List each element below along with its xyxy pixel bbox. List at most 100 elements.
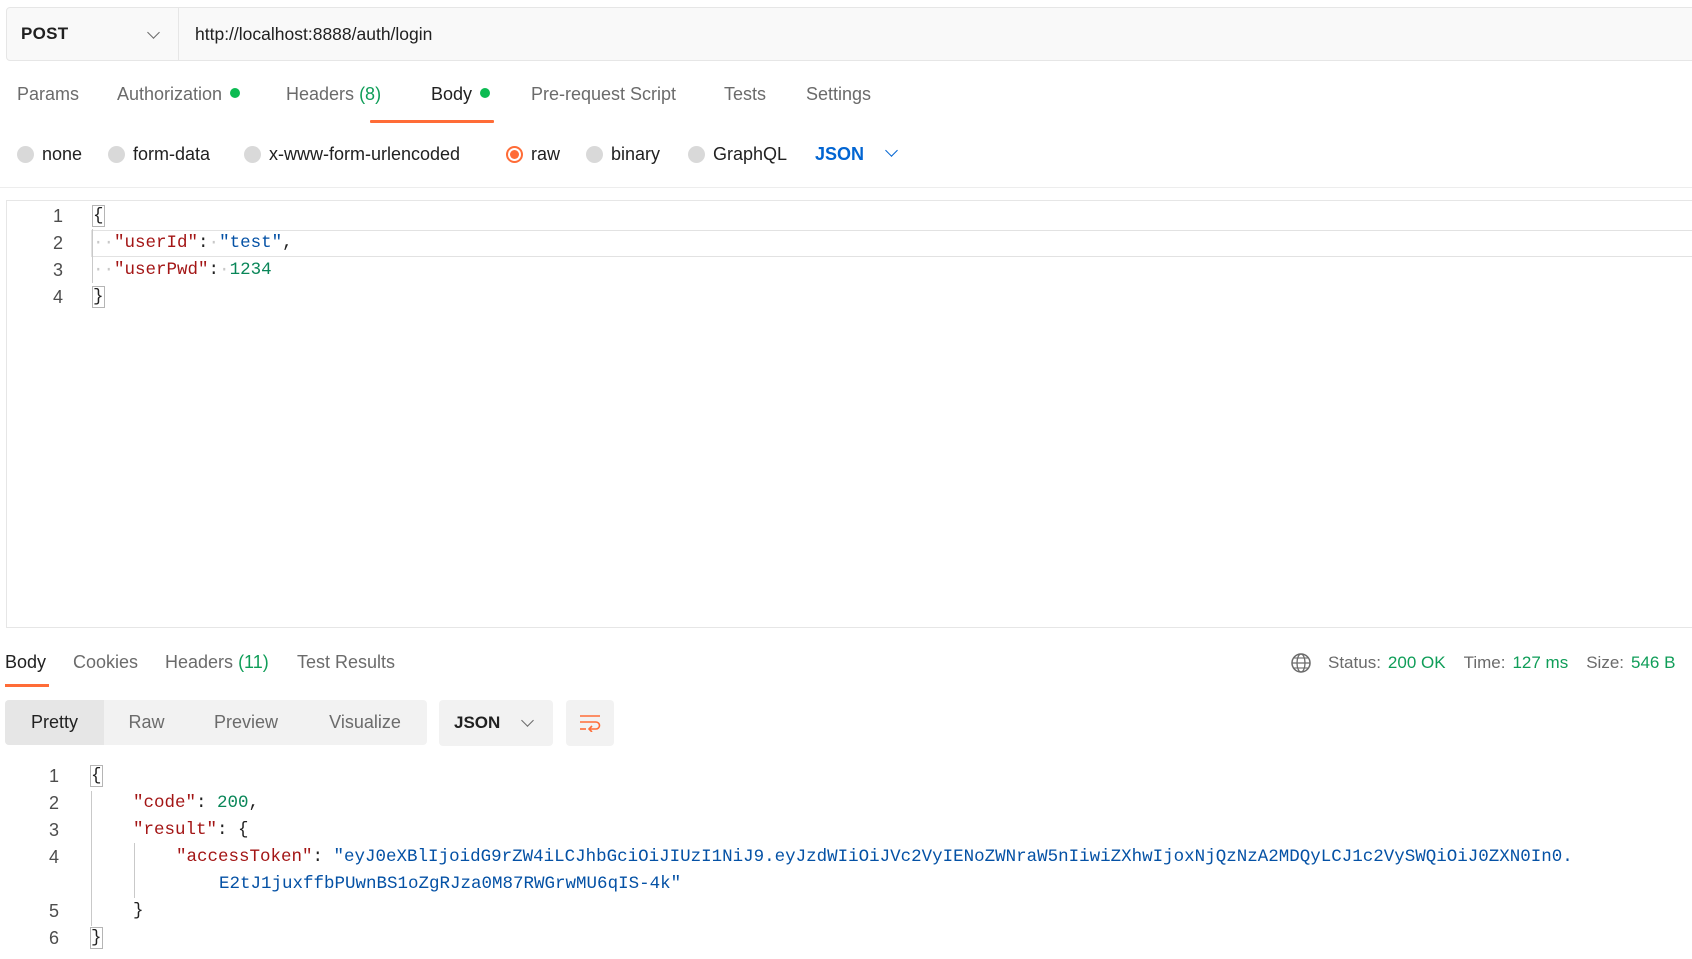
tab-body[interactable]: Body [431,84,491,105]
body-format-label: JSON [815,144,865,164]
body-type-selector: none form-data x-www-form-urlencoded raw… [0,140,1692,172]
response-tab-headers[interactable]: Headers (11) [165,652,269,673]
tab-authorization[interactable]: Authorization [117,84,241,105]
json-key: "result" [133,820,218,840]
response-tab-headers-label: Headers [165,652,234,672]
radio-graphql[interactable]: GraphQL [688,144,787,165]
status-label: Status: [1328,653,1381,672]
tab-pre-request-script[interactable]: Pre-request Script [531,84,676,105]
code-line: "result": { [133,820,249,840]
tab-headers-count: (8) [359,84,382,104]
view-preview-button[interactable]: Preview [189,700,303,745]
request-body-editor[interactable]: 1 2 3 4 { ··"userId":·"test", ··"userPwd… [6,200,1692,628]
chevron-down-icon [521,714,534,727]
response-format-dropdown[interactable]: JSON [439,700,553,746]
response-tabs: Body Cookies Headers (11) Test Results S… [0,648,1692,688]
radio-urlencoded-label: x-www-form-urlencoded [269,144,461,164]
json-comma: , [282,233,293,253]
radio-none-label: none [42,144,83,164]
tab-params[interactable]: Params [17,84,79,105]
tab-authorization-label: Authorization [117,84,223,104]
request-tabs: Params Authorization Headers (8) Body Pr… [0,78,1692,123]
json-key: "code" [133,793,197,813]
radio-none[interactable]: none [17,144,82,165]
json-string: E2tJ1juxffbPUwnBS1oZgRJza0M87RWGrwMU6qIS… [219,874,682,894]
code-line: ··"userPwd":·1234 [93,260,272,280]
time-value[interactable]: 127 ms [1512,653,1568,673]
line-number: 3 [52,260,63,280]
json-close-brace: } [133,901,144,921]
status-dot-icon [230,88,241,98]
json-open-brace: { [92,205,105,227]
json-number: 1234 [229,260,272,280]
line-number: 4 [48,847,59,867]
json-close-brace: } [92,286,105,308]
line-number: 5 [48,901,59,921]
response-body-viewer[interactable]: 1 2 3 4 5 6 { "code": 200, "result": { "… [0,763,1692,959]
url-input[interactable] [179,8,1692,60]
radio-selected-icon [506,146,523,163]
chevron-down-icon [147,26,160,39]
radio-graphql-label: GraphQL [713,144,788,164]
code-line: } [90,925,103,952]
json-string: "eyJ0eXBlIjoidG9rZW4iLCJhbGciOiJIUzI1NiJ… [333,847,1573,867]
tab-headers-label: Headers [286,84,355,104]
radio-circle-icon [17,146,34,163]
http-method-dropdown[interactable]: POST [7,8,179,60]
response-tab-headers-count: (11) [238,652,269,672]
line-number: 4 [52,287,63,307]
active-tab-indicator [370,120,494,123]
json-colon: : [198,233,209,253]
tab-settings[interactable]: Settings [806,84,871,105]
radio-form-data-label: form-data [133,144,211,164]
view-mode-segmented-control: Pretty Raw Preview Visualize [5,700,427,745]
radio-binary-label: binary [611,144,661,164]
tab-headers[interactable]: Headers (8) [286,84,381,105]
radio-form-data[interactable]: form-data [108,144,210,165]
body-format-dropdown[interactable]: JSON [815,144,898,165]
code-line: } [133,898,144,925]
json-key: "userId" [114,233,199,253]
json-key: "accessToken" [176,847,313,867]
radio-urlencoded[interactable]: x-www-form-urlencoded [244,144,460,165]
view-visualize-button[interactable]: Visualize [303,700,427,745]
response-tab-cookies[interactable]: Cookies [73,652,138,673]
time-label: Time: [1463,653,1506,672]
code-line: { [92,203,105,230]
status-dot-icon [480,88,491,98]
current-line-highlight [91,230,1692,257]
line-number: 1 [52,206,63,226]
tab-body-label: Body [431,84,473,104]
view-raw-button[interactable]: Raw [104,700,189,745]
size-value[interactable]: 546 B [1631,653,1675,673]
response-format-label: JSON [454,713,501,732]
code-line: { [90,763,103,790]
json-close-brace: } [90,927,103,949]
http-method-label: POST [21,24,69,43]
chevron-down-icon [885,144,898,157]
divider [0,187,1692,188]
line-number: 2 [52,233,63,253]
json-string: "test" [219,233,283,253]
json-open-brace: { [90,765,103,787]
radio-circle-icon [108,146,125,163]
view-pretty-button[interactable]: Pretty [5,700,104,745]
response-tab-test-results[interactable]: Test Results [297,652,395,673]
active-tab-indicator [5,684,49,687]
status-value[interactable]: 200 OK [1388,653,1446,673]
radio-binary[interactable]: binary [586,144,660,165]
globe-icon[interactable] [1290,652,1312,674]
response-tab-body[interactable]: Body [5,652,46,673]
wrap-lines-icon [580,715,601,732]
radio-raw[interactable]: raw [506,144,560,165]
json-colon: : [208,260,220,280]
radio-raw-label: raw [531,144,561,164]
tab-tests[interactable]: Tests [724,84,766,105]
line-number: 1 [48,766,59,786]
line-number: 2 [48,793,59,813]
indent-guide [91,791,92,926]
response-status-bar: Status: 200 OK Time: 127 ms Size: 546 B [1290,652,1675,674]
radio-circle-icon [688,146,705,163]
wrap-lines-button[interactable] [566,700,614,746]
code-line: "accessToken": "eyJ0eXBlIjoidG9rZW4iLCJh… [176,847,1573,867]
